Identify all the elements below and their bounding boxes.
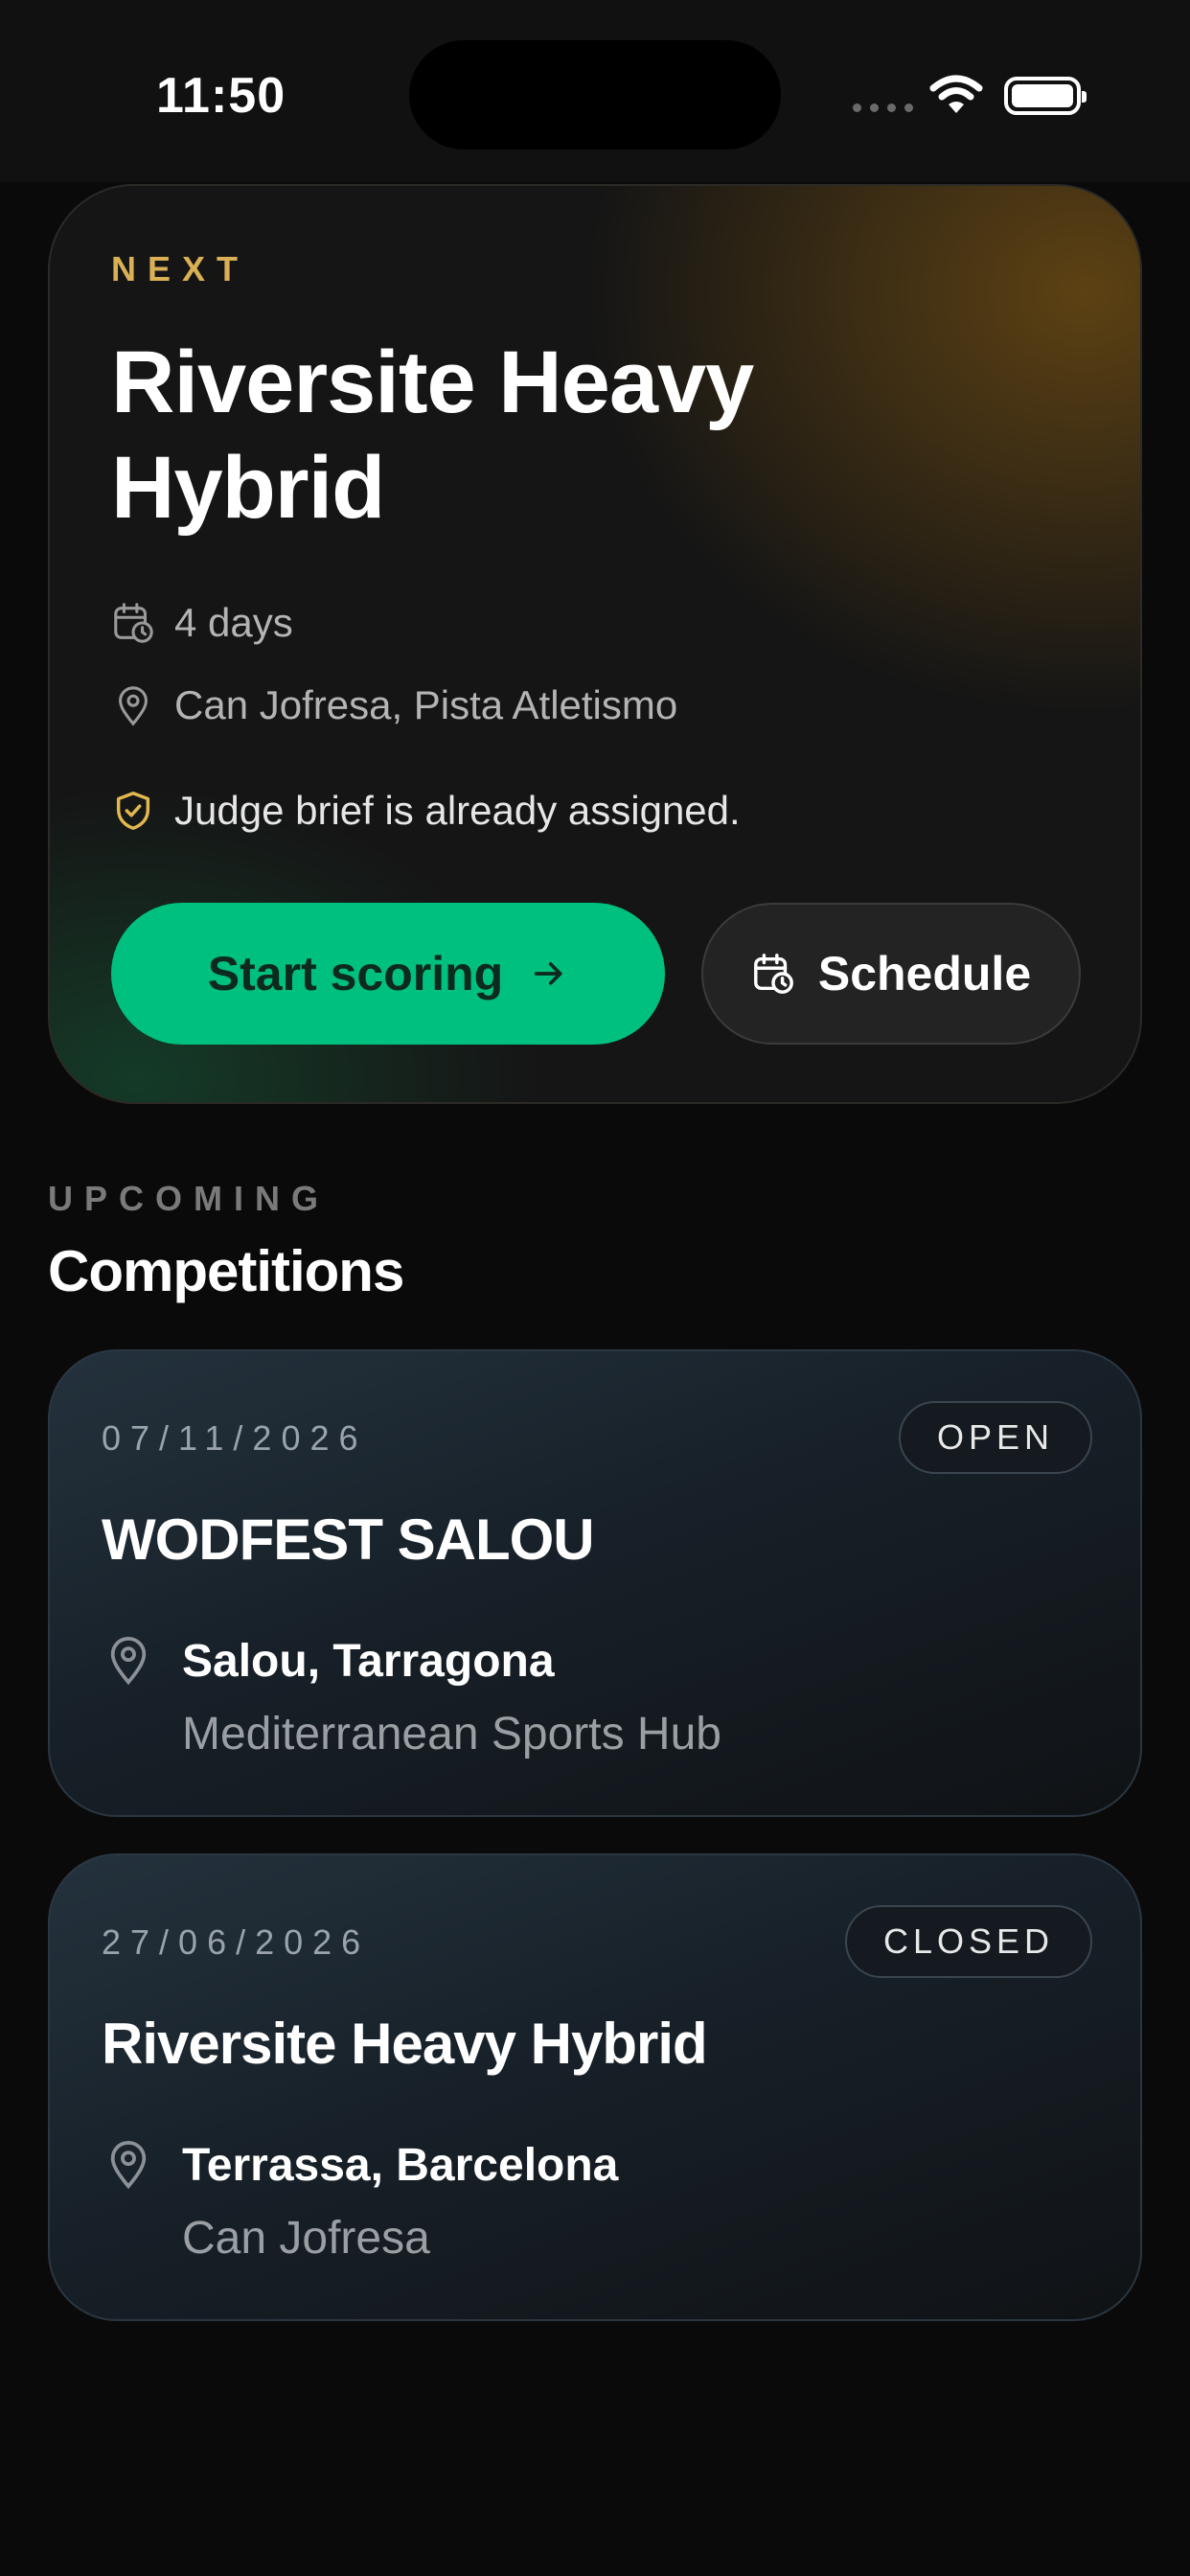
competition-venue: Can Jofresa	[182, 2213, 430, 2264]
status-bar: 11:50	[0, 0, 1190, 182]
competition-card[interactable]: 07/11/2026 OPEN WODFEST SALOU Salou, Tar…	[48, 1349, 1142, 1817]
next-event-title: Riversite Heavy Hybrid	[111, 334, 754, 537]
app-screen: 11:50 NEXT Riversite Heavy Hybrid 4 days…	[0, 0, 1190, 2576]
competition-date: 07/11/2026	[102, 1418, 368, 1458]
competition-venue: Mediterranean Sports Hub	[182, 1709, 721, 1760]
schedule-button[interactable]: Schedule	[701, 903, 1081, 1045]
days-label: 4 days	[174, 600, 293, 645]
calendar-clock-icon	[753, 954, 793, 994]
competition-date: 27/06/2026	[102, 1922, 371, 1962]
upcoming-kicker: UPCOMING	[48, 1179, 330, 1218]
start-scoring-label: Start scoring	[207, 947, 504, 1000]
location-pin-icon	[110, 1636, 147, 1686]
battery-icon	[1004, 77, 1087, 115]
judge-note-row: Judge brief is already assigned.	[111, 788, 741, 834]
wifi-icon	[929, 75, 983, 113]
judge-note-label: Judge brief is already assigned.	[174, 788, 741, 833]
shield-check-icon	[116, 792, 150, 830]
next-kicker: NEXT	[111, 249, 250, 288]
competition-name: Riversite Heavy Hybrid	[102, 2012, 708, 2076]
calendar-clock-icon	[114, 603, 153, 643]
status-badge: CLOSED	[844, 1905, 1092, 1978]
arrow-right-icon	[535, 962, 562, 985]
next-event-card[interactable]: NEXT Riversite Heavy Hybrid 4 days Can J…	[48, 184, 1142, 1104]
competition-city: Terrassa, Barcelona	[182, 2140, 619, 2191]
competition-card[interactable]: 27/06/2026 CLOSED Riversite Heavy Hybrid…	[48, 1853, 1142, 2321]
status-time: 11:50	[156, 68, 286, 124]
signal-icon	[853, 104, 913, 112]
competition-city: Salou, Tarragona	[182, 1636, 555, 1687]
status-badge: OPEN	[898, 1401, 1092, 1474]
dynamic-island	[409, 40, 781, 150]
schedule-label: Schedule	[817, 947, 1032, 1000]
location-pin-icon	[110, 2140, 147, 2190]
location-pin-icon	[119, 686, 148, 726]
location-row: Can Jofresa, Pista Atletismo	[111, 682, 677, 728]
competitions-heading: Competitions	[48, 1239, 404, 1303]
location-label: Can Jofresa, Pista Atletismo	[174, 682, 678, 727]
competition-name: WODFEST SALOU	[102, 1507, 595, 1572]
start-scoring-button[interactable]: Start scoring	[111, 903, 665, 1045]
days-row: 4 days	[111, 600, 293, 646]
